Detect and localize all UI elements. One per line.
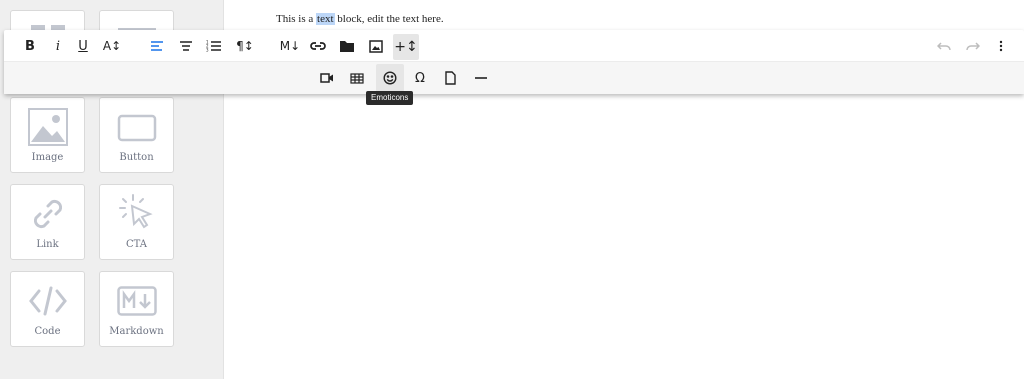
insert-file-button[interactable]: [335, 34, 359, 58]
insert-video-button[interactable]: [315, 66, 339, 90]
insert-document-button[interactable]: [438, 66, 462, 90]
insert-emoticons-button[interactable]: [376, 64, 404, 92]
ordered-list-icon: 123: [206, 40, 221, 53]
align-center-button[interactable]: [174, 34, 198, 58]
rich-text-toolbar: B i U A↕ 123 ¶↕ M↓ +↕ Ω: [4, 30, 1024, 94]
cta-cursor-icon: [118, 194, 153, 229]
block-tile-markdown[interactable]: Markdown: [99, 271, 174, 347]
horizontal-line-icon: [475, 77, 487, 79]
align-center-icon: [180, 41, 192, 51]
more-options-button[interactable]: [989, 34, 1013, 58]
redo-button[interactable]: [961, 34, 985, 58]
block-label-cta: CTA: [126, 239, 147, 250]
block-tile-cta[interactable]: CTA: [99, 184, 174, 260]
markdown-icon: [116, 286, 157, 316]
code-icon: [28, 286, 67, 316]
font-size-button[interactable]: A↕: [100, 34, 124, 58]
bold-button[interactable]: B: [18, 34, 42, 58]
document-icon: [444, 71, 456, 85]
insert-link-button[interactable]: [306, 34, 330, 58]
block-tile-link[interactable]: Link: [10, 184, 85, 260]
block-tile-image[interactable]: Image: [10, 97, 85, 173]
block-tile-code[interactable]: Code: [10, 271, 85, 347]
svg-text:3: 3: [206, 48, 209, 53]
smiley-icon: [383, 71, 397, 85]
ordered-list-button[interactable]: 123: [202, 34, 226, 58]
vertical-dots-icon: [999, 40, 1003, 52]
underline-button[interactable]: U: [71, 34, 95, 58]
more-insert-button[interactable]: +↕: [393, 34, 419, 60]
text-block[interactable]: This is a text block, edit the text here…: [276, 13, 444, 25]
insert-horizontal-line-button[interactable]: [469, 66, 493, 90]
table-icon: [350, 72, 364, 84]
insert-image-button[interactable]: [364, 34, 388, 58]
emoticons-tooltip: Emoticons: [366, 91, 414, 105]
block-label-code: Code: [34, 326, 61, 337]
video-icon: [320, 73, 333, 83]
special-characters-button[interactable]: Ω: [408, 66, 432, 90]
text-before: This is a: [276, 13, 317, 25]
image-icon: [27, 108, 68, 146]
paragraph-format-button[interactable]: ¶↕: [233, 34, 257, 58]
markdown-button[interactable]: M↓: [278, 34, 302, 58]
toolbar-insert-row: Ω: [4, 61, 1024, 94]
block-label-button: Button: [119, 152, 154, 163]
folder-icon: [340, 40, 354, 52]
selected-text[interactable]: text: [316, 13, 335, 25]
block-label-link: Link: [36, 239, 59, 250]
block-label-image: Image: [31, 152, 64, 163]
text-after: block, edit the text here.: [334, 13, 444, 25]
italic-button[interactable]: i: [46, 34, 70, 58]
block-label-markdown: Markdown: [109, 326, 164, 337]
link-icon: [33, 199, 62, 229]
align-left-button[interactable]: [145, 34, 169, 58]
align-left-icon: [151, 41, 163, 51]
undo-button[interactable]: [932, 34, 956, 58]
redo-icon: [966, 42, 980, 51]
undo-icon: [937, 42, 951, 51]
button-icon: [117, 114, 156, 142]
insert-table-button[interactable]: [345, 66, 369, 90]
image-icon: [369, 39, 383, 53]
block-tile-button[interactable]: Button: [99, 97, 174, 173]
link-icon: [310, 42, 326, 50]
